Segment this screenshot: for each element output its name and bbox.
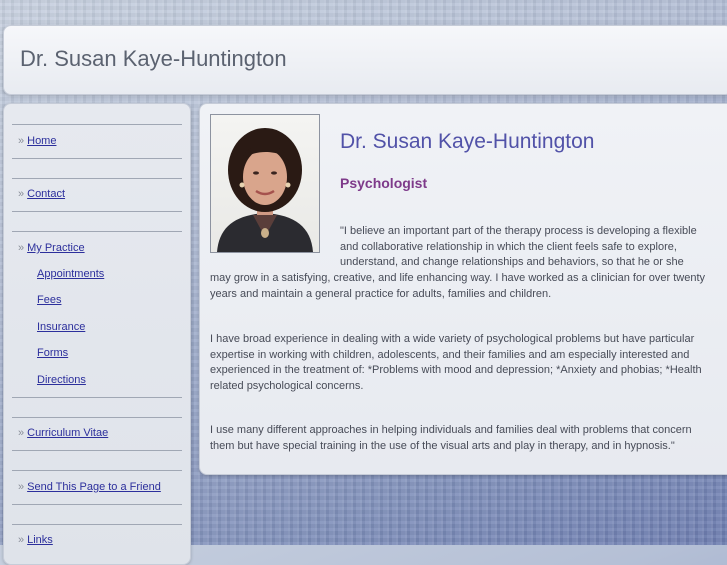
intro-paragraph-continued: may grow in a satisfying, creative, and … [210,272,706,300]
bullet-icon: » [18,135,25,147]
nav-item-label: My Practice [27,242,85,254]
bullet-icon: » [18,534,25,546]
nav-divider [12,231,182,232]
nav-subitem-fees[interactable]: Fees [37,294,61,306]
intro-line: and collaborative relationship in which … [340,240,677,253]
nav-divider [12,178,182,179]
intro-line: understand, and change relationships and… [340,256,684,268]
nav-divider [12,524,182,525]
bullet-icon: » [18,188,25,200]
nav-item-contact[interactable]: » Contact [18,188,65,200]
nav-subitem-directions[interactable]: Directions [37,374,86,386]
page-heading: Dr. Susan Kaye-Huntington [340,130,595,153]
sidebar-nav: » Home » Contact » My Practice Appointments… [3,103,191,565]
portrait-illustration [211,115,319,252]
page-subheading: Psychologist [340,175,428,191]
nav-item-my-practice[interactable]: » My Practice [18,242,85,254]
nav-divider [12,158,182,159]
nav-subitem-insurance[interactable]: Insurance [37,321,85,333]
approach-paragraph: I use many different approaches in helpi… [210,424,692,452]
nav-divider [12,397,182,398]
bullet-icon: » [18,242,25,254]
site-header: Dr. Susan Kaye-Huntington [3,25,727,95]
nav-item-curriculum-vitae[interactable]: » Curriculum Vitae [18,427,108,439]
nav-item-label: Contact [27,188,66,200]
intro-paragraph-wrapped: "I believe an important part of the ther… [340,224,710,271]
nav-divider [12,450,182,451]
bullet-icon: » [18,481,25,493]
nav-item-links[interactable]: » Links [18,534,53,546]
experience-paragraph: I have broad experience in dealing with … [210,333,702,392]
nav-divider [12,470,182,471]
main-content: Dr. Susan Kaye-Huntington Psychologist "… [199,103,727,475]
nav-item-send-page[interactable]: » Send This Page to a Friend [18,481,161,493]
nav-divider [12,124,182,125]
nav-item-label: Send This Page to a Friend [27,481,161,493]
nav-divider [12,211,182,212]
nav-item-label: Curriculum Vitae [27,427,109,439]
nav-subitem-appointments[interactable]: Appointments [37,268,104,280]
profile-photo [210,114,320,253]
nav-subitem-forms[interactable]: Forms [37,347,68,359]
site-title: Dr. Susan Kaye-Huntington [20,46,287,71]
bullet-icon: » [18,427,25,439]
nav-item-home[interactable]: » Home [18,135,56,147]
nav-divider [12,504,182,505]
nav-item-label: Links [27,534,53,546]
nav-item-label: Home [27,135,57,147]
intro-line: "I believe an important part of the ther… [340,225,697,237]
nav-divider [12,417,182,418]
